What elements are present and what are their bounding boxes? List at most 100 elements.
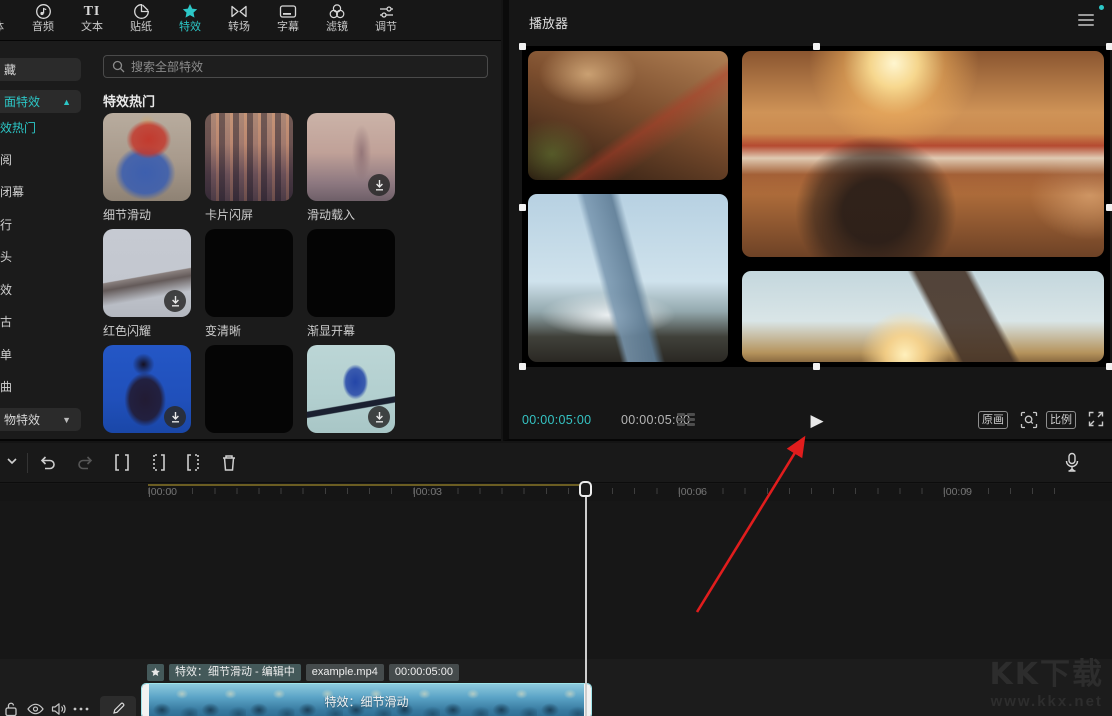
trim-left-icon[interactable] <box>148 453 168 472</box>
ruler-label: |00:09 <box>943 486 973 498</box>
sidebar-item-favorites[interactable]: 藏 <box>0 58 81 81</box>
ruler-label: |00:00 <box>148 486 178 498</box>
sidebar-item-8[interactable]: 曲 <box>0 378 88 395</box>
effects-panel: 藏 面特效 ▲ 效热门 阅 闭幕 行 头 效 古 单 曲 物特效 ▼ 特效热门 <box>0 41 501 441</box>
transform-handle[interactable] <box>519 204 526 211</box>
fit-zoom-icon[interactable] <box>1020 411 1038 429</box>
effect-card[interactable]: 细节滑动 <box>103 113 191 223</box>
sidebar-item-label: 行 <box>0 218 13 232</box>
tab-media[interactable]: 媒体 <box>0 3 18 39</box>
effect-card[interactable]: 运镜切换 <box>307 345 395 439</box>
tab-adjust[interactable]: 调节 <box>361 3 411 39</box>
search-input[interactable] <box>131 59 479 74</box>
sidebar-item-4[interactable]: 头 <box>0 248 88 265</box>
effect-thumbnail <box>205 345 293 433</box>
lock-track-icon[interactable] <box>4 701 18 716</box>
track-area: 特效：细节滑动 - 编辑中 example.mp4 00:00:05:00 特效… <box>0 501 1112 716</box>
player-menu-icon[interactable] <box>1078 14 1094 26</box>
fullscreen-icon[interactable] <box>1088 411 1104 427</box>
effect-card[interactable]: 滑动载入 <box>307 113 395 223</box>
sidebar-item-1[interactable]: 阅 <box>0 151 88 168</box>
download-icon[interactable] <box>164 406 186 428</box>
transform-handle[interactable] <box>1106 43 1112 50</box>
sidebar-item-5[interactable]: 效 <box>0 281 88 298</box>
ratio-button[interactable]: 比例 <box>1046 411 1076 429</box>
play-button[interactable]: ▶ <box>806 410 828 432</box>
more-options-icon[interactable] <box>73 707 89 711</box>
effect-card[interactable]: 卡片闪屏 <box>205 113 293 223</box>
toggle-visibility-eye-icon[interactable] <box>27 703 44 715</box>
clip-badges: 特效：细节滑动 - 编辑中 example.mp4 00:00:05:00 <box>147 664 459 681</box>
effect-name: 变清晰 <box>205 324 242 338</box>
player-panel: 播放器 00:00:05:00 00:00:05:00 ▶ 原画 比例 <box>503 0 1112 441</box>
effect-name: 滑动载入 <box>307 208 356 222</box>
preview-collage-panel-bottom-right <box>742 271 1104 362</box>
sidebar-item-label: 头 <box>0 250 13 264</box>
toolbar-divider <box>27 453 28 473</box>
frame-grid-icon[interactable] <box>677 413 697 428</box>
tab-text[interactable]: TI 文本 <box>67 3 117 39</box>
sidebar-group-character-effects[interactable]: 物特效 ▼ <box>0 408 81 431</box>
effect-name: 拉镜过渡 <box>205 438 293 439</box>
quality-button[interactable]: 原画 <box>978 411 1008 429</box>
sidebar-item-2[interactable]: 闭幕 <box>0 183 88 200</box>
mute-speaker-icon[interactable] <box>51 702 67 716</box>
effect-thumbnail <box>307 345 395 433</box>
tab-filter-label: 滤镜 <box>326 21 348 33</box>
tab-filter[interactable]: 滤镜 <box>312 3 362 39</box>
download-icon[interactable] <box>164 290 186 312</box>
redo-icon[interactable] <box>76 453 95 472</box>
sidebar-item-7[interactable]: 单 <box>0 346 88 363</box>
transform-handle[interactable] <box>1106 204 1112 211</box>
effect-card[interactable]: 变清晰 <box>205 229 293 339</box>
split-clip-icon[interactable] <box>112 453 132 472</box>
clip-duration-badge: 00:00:05:00 <box>388 664 459 681</box>
ruler-ticks <box>148 488 1068 494</box>
transform-handle[interactable] <box>519 363 526 370</box>
download-icon[interactable] <box>368 406 390 428</box>
effect-card[interactable]: 红色闪耀 <box>103 229 191 339</box>
file-name-badge: example.mp4 <box>305 664 384 681</box>
timeline-ruler[interactable]: |00:00 |00:03 |00:06 |00:09 <box>0 484 1112 501</box>
video-preview[interactable] <box>519 43 1112 370</box>
group-label: 物特效 <box>4 413 41 427</box>
effect-card[interactable]: 拉镜过渡 <box>205 345 293 439</box>
sidebar-item-label: 阅 <box>0 153 13 167</box>
effect-card[interactable]: 镜像分身 <box>103 345 191 439</box>
download-icon[interactable] <box>368 174 390 196</box>
sidebar-item-6[interactable]: 古 <box>0 313 88 330</box>
transform-handle[interactable] <box>813 43 820 50</box>
tab-adjust-label: 调节 <box>375 21 397 33</box>
tab-transition[interactable]: 转场 <box>214 3 264 39</box>
tab-sticker[interactable]: 贴纸 <box>116 3 166 39</box>
sidebar-item-3[interactable]: 行 <box>0 216 88 233</box>
record-voiceover-icon[interactable] <box>1064 452 1080 473</box>
track-options-chevron-icon[interactable] <box>6 457 18 465</box>
tab-audio-label: 音频 <box>32 21 54 33</box>
group-label: 面特效 <box>4 95 41 109</box>
effect-card[interactable]: 渐显开幕 <box>307 229 395 339</box>
trim-right-icon[interactable] <box>184 453 204 472</box>
effects-star-icon <box>181 3 199 20</box>
undo-icon[interactable] <box>38 453 57 472</box>
sidebar-group-screen-effects[interactable]: 面特效 ▲ <box>0 90 81 113</box>
effect-name: 镜像分身 <box>103 438 191 439</box>
tab-subtitle[interactable]: 字幕 <box>263 3 313 39</box>
effect-thumbnail <box>205 229 293 317</box>
preview-collage-panel-top-right <box>742 51 1104 257</box>
delete-icon[interactable] <box>220 453 238 472</box>
sidebar-item-hot[interactable]: 效热门 <box>0 119 88 136</box>
video-clip[interactable]: 特效：细节滑动 <box>141 683 592 716</box>
transform-handle[interactable] <box>813 363 820 370</box>
playhead-handle[interactable] <box>579 481 592 497</box>
transform-handle[interactable] <box>1106 363 1112 370</box>
cover-button[interactable]: 封面 <box>100 696 136 716</box>
timeline-toolbar <box>0 443 1112 483</box>
tab-effects[interactable]: 特效 <box>165 3 215 39</box>
tab-subtitle-label: 字幕 <box>277 21 299 33</box>
effect-thumbnail <box>307 229 395 317</box>
tab-audio[interactable]: 音频 <box>18 3 68 39</box>
effects-search-bar[interactable] <box>103 55 488 78</box>
transform-handle[interactable] <box>519 43 526 50</box>
adjust-sliders-icon <box>378 3 395 20</box>
